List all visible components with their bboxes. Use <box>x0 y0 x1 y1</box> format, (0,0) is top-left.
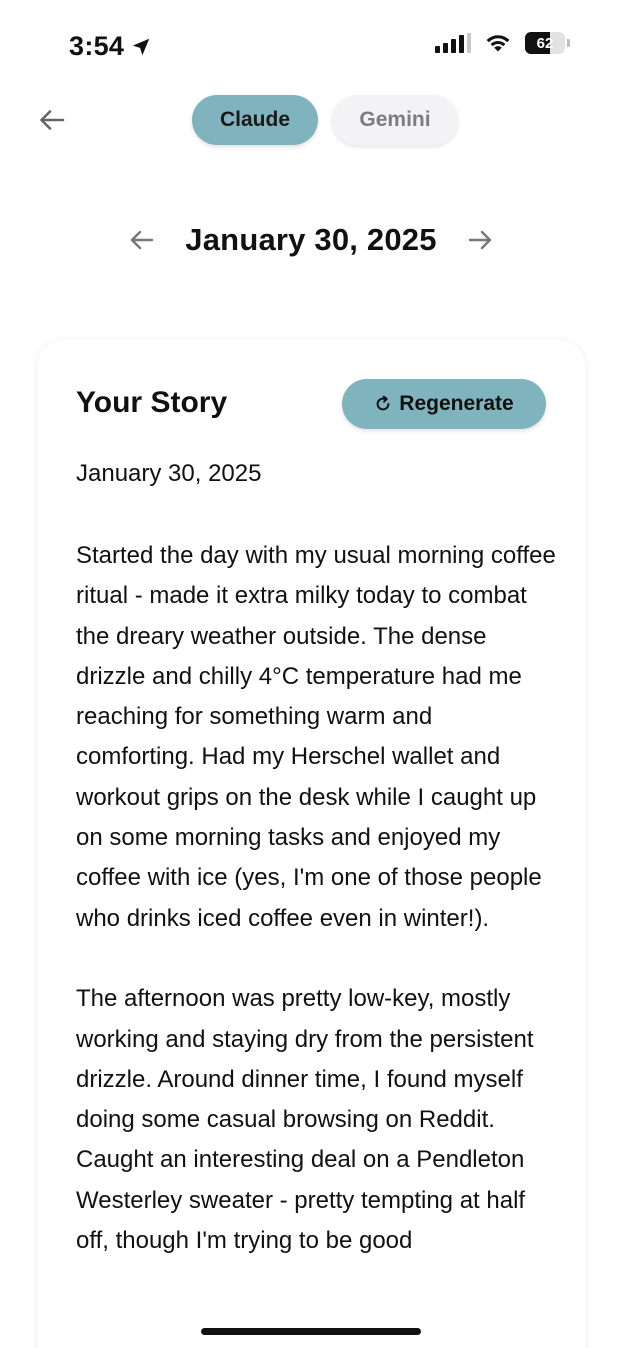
date-navigator: January 30, 2025 <box>0 222 622 258</box>
story-paragraph: Started the day with my usual morning co… <box>76 542 556 932</box>
location-arrow-icon <box>133 38 150 55</box>
tab-claude[interactable]: Claude <box>192 95 318 145</box>
battery-indicator: 62 <box>525 32 565 54</box>
battery-percentage: 62 <box>536 34 554 52</box>
wifi-icon <box>486 35 510 52</box>
story-body: Started the day with my usual morning co… <box>76 536 556 1302</box>
status-bar: 3:54 62 <box>0 0 622 92</box>
cellular-signal-icon <box>435 33 471 53</box>
regenerate-button[interactable]: Regenerate <box>342 379 546 429</box>
right-arrow-icon <box>468 230 491 250</box>
story-card-title: Your Story <box>76 386 228 419</box>
refresh-icon <box>376 395 390 411</box>
status-icons: 62 <box>435 32 570 54</box>
story-date: January 30, 2025 <box>76 460 262 487</box>
left-arrow-icon <box>131 230 154 250</box>
status-time: 3:54 <box>69 31 152 62</box>
previous-day-button[interactable] <box>127 225 157 255</box>
home-indicator[interactable] <box>201 1328 421 1335</box>
story-card: Your Story Regenerate January 30, 2025 S… <box>38 340 585 1348</box>
regenerate-label: Regenerate <box>399 392 514 415</box>
time-label: 3:54 <box>69 31 125 61</box>
current-date-title: January 30, 2025 <box>185 222 437 257</box>
next-day-button[interactable] <box>465 225 495 255</box>
battery-cap <box>567 39 570 47</box>
story-paragraph: The afternoon was pretty low-key, mostly… <box>76 985 534 1255</box>
tab-gemini[interactable]: Gemini <box>332 95 458 145</box>
battery-icon: 62 <box>525 32 570 54</box>
model-tabs: Claude Gemini <box>0 95 622 145</box>
